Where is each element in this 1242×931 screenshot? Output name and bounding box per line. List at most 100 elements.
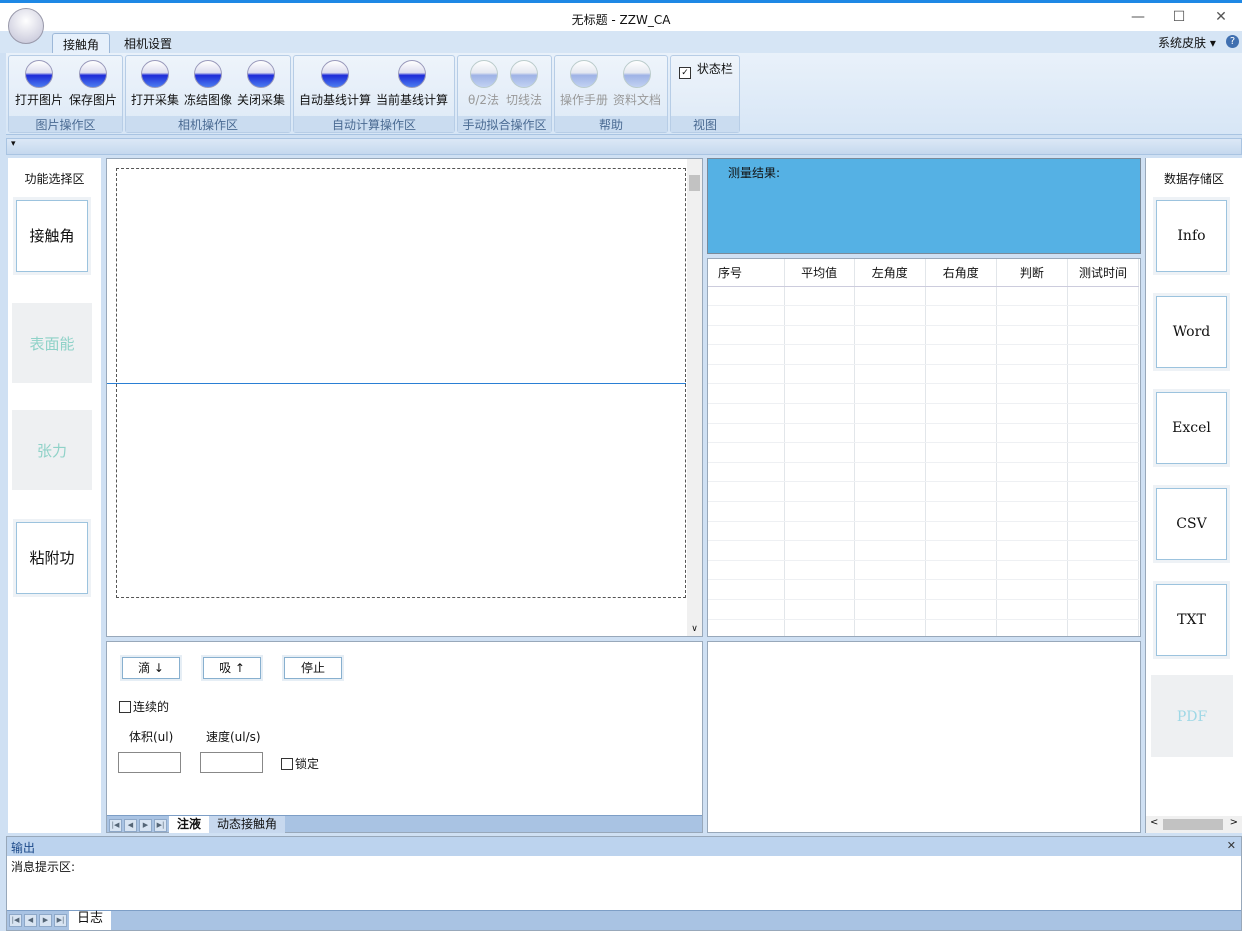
volume-label: 体积(ul): [129, 730, 174, 744]
scrollbar-thumb[interactable]: [689, 175, 700, 191]
pdf-export-button[interactable]: PDF: [1151, 675, 1233, 757]
column-header[interactable]: 平均值: [784, 259, 855, 287]
panel-title: 功能选择区: [24, 172, 85, 186]
table-cell: [854, 344, 926, 365]
save-image-button[interactable]: 保存图片: [69, 60, 117, 108]
app-logo-button[interactable]: [8, 8, 44, 44]
column-header[interactable]: 序号: [708, 259, 785, 287]
speed-label: 速度(ul/s): [206, 730, 261, 744]
minimize-button[interactable]: —: [1123, 9, 1153, 25]
manual-button[interactable]: 操作手册: [560, 60, 608, 108]
table-cell: [708, 325, 785, 346]
group-manual-fit: θ/2法 切线法 手动拟合操作区: [457, 55, 552, 133]
table-cell: [1067, 305, 1140, 326]
table-row: [708, 501, 1140, 522]
column-header[interactable]: 判断: [996, 259, 1068, 287]
help-icon[interactable]: ?: [1226, 35, 1239, 48]
freeze-image-button[interactable]: 冻结图像: [184, 60, 232, 108]
table-cell: [708, 619, 785, 636]
adhesion-work-button[interactable]: 粘附功: [16, 522, 88, 594]
csv-export-button[interactable]: CSV: [1156, 488, 1227, 560]
statusbar-checkbox[interactable]: ✓ 状态栏: [679, 60, 733, 79]
last-icon[interactable]: ▶|: [154, 819, 167, 832]
continuous-checkbox[interactable]: 连续的: [119, 698, 169, 715]
button-label: 自动基线计算: [299, 93, 372, 107]
word-export-button[interactable]: Word: [1156, 296, 1227, 368]
table-cell: [854, 442, 926, 463]
table-cell: [1067, 579, 1140, 600]
table-cell: [925, 423, 997, 444]
speed-input[interactable]: [200, 752, 263, 773]
tab-injection[interactable]: 注液: [169, 816, 210, 833]
table-row: [708, 344, 1140, 365]
quick-access-dropdown[interactable]: ▾: [11, 139, 16, 149]
open-image-button[interactable]: 打开图片: [15, 60, 63, 108]
next-icon[interactable]: ▶: [139, 819, 152, 832]
injection-panel: 滴 ↓ 吸 ↑ 停止 连续的 体积(ul) 速度(ul/s) 锁定 |◀ ◀ ▶ ▶|…: [106, 641, 703, 833]
lock-checkbox[interactable]: 锁定: [281, 755, 319, 772]
tab-log[interactable]: 日志: [69, 911, 112, 930]
table-cell: [996, 442, 1068, 463]
tab-dynamic-contact-angle[interactable]: 动态接触角: [209, 816, 286, 833]
last-icon[interactable]: ▶|: [54, 914, 67, 927]
tab-contact-angle[interactable]: 接触角: [52, 33, 111, 53]
column-header[interactable]: 左角度: [854, 259, 926, 287]
drip-button[interactable]: 滴 ↓: [122, 657, 180, 679]
open-capture-button[interactable]: 打开采集: [131, 60, 179, 108]
first-icon[interactable]: |◀: [109, 819, 122, 832]
image-view[interactable]: ∨: [106, 158, 703, 637]
tangent-button[interactable]: 切线法: [506, 60, 542, 108]
theta-half-button[interactable]: θ/2法: [468, 60, 499, 108]
scroll-down-icon[interactable]: ∨: [687, 624, 702, 634]
column-header[interactable]: 右角度: [925, 259, 997, 287]
table-cell: [925, 599, 997, 620]
chevron-down-icon: ▾: [1209, 36, 1216, 50]
txt-export-button[interactable]: TXT: [1156, 584, 1227, 656]
info-export-button[interactable]: Info: [1156, 200, 1227, 272]
column-header[interactable]: 测试时间: [1067, 259, 1140, 287]
maximize-button[interactable]: ☐: [1164, 9, 1194, 25]
scroll-left-icon[interactable]: <: [1150, 817, 1158, 828]
table-cell: [854, 560, 926, 581]
table-cell: [708, 540, 785, 561]
button-label: 资料文档: [613, 93, 662, 107]
table-cell: [708, 344, 785, 365]
table-cell: [1067, 403, 1140, 424]
table-row: [708, 423, 1140, 444]
output-header: 输出 ✕: [7, 837, 1241, 856]
surface-energy-button[interactable]: 表面能: [12, 303, 92, 383]
prev-icon[interactable]: ◀: [124, 819, 137, 832]
close-button[interactable]: ✕: [1206, 9, 1236, 25]
table-cell: [708, 599, 785, 620]
table-cell: [1067, 521, 1140, 542]
table-cell: [708, 286, 785, 307]
prev-icon[interactable]: ◀: [24, 914, 37, 927]
next-icon[interactable]: ▶: [39, 914, 52, 927]
button-label: 打开采集: [131, 93, 180, 107]
scroll-right-icon[interactable]: >: [1230, 817, 1238, 828]
excel-export-button[interactable]: Excel: [1156, 392, 1227, 464]
auto-baseline-button[interactable]: 自动基线计算: [299, 60, 371, 108]
tension-button[interactable]: 张力: [12, 410, 92, 490]
first-icon[interactable]: |◀: [9, 914, 22, 927]
close-icon[interactable]: ✕: [1227, 839, 1236, 852]
documents-button[interactable]: 资料文档: [613, 60, 661, 108]
tab-camera-settings[interactable]: 相机设置: [114, 33, 182, 53]
suck-button[interactable]: 吸 ↑: [203, 657, 261, 679]
scrollbar-thumb[interactable]: [1163, 819, 1223, 830]
horizontal-scrollbar[interactable]: < >: [1146, 816, 1242, 833]
injection-tab-bar: |◀ ◀ ▶ ▶| 注液 动态接触角: [107, 815, 702, 833]
droplet-icon: [510, 60, 538, 88]
window-title: 无标题 - ZZW_CA: [571, 13, 671, 27]
contact-angle-button[interactable]: 接触角: [16, 200, 88, 272]
stop-button[interactable]: 停止: [284, 657, 342, 679]
table-cell: [996, 403, 1068, 424]
skin-menu[interactable]: 系统皮肤 ▾: [1158, 34, 1216, 51]
current-baseline-button[interactable]: 当前基线计算: [376, 60, 448, 108]
close-capture-button[interactable]: 关闭采集: [237, 60, 285, 108]
table-cell: [784, 579, 855, 600]
vertical-scrollbar[interactable]: ∨: [687, 159, 702, 636]
results-table: 序号 平均值 左角度 右角度 判断 测试时间: [707, 258, 1141, 637]
checkbox-checked: ✓: [679, 67, 691, 79]
volume-input[interactable]: [118, 752, 181, 773]
